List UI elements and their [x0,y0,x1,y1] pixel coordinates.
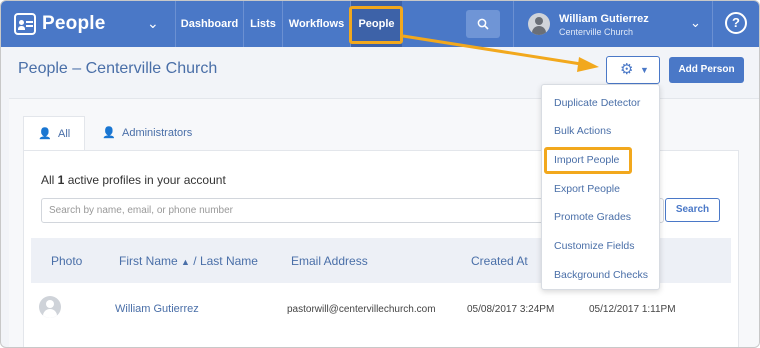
annotation-arrow [402,34,599,72]
app-window: People ⌄ Dashboard Lists Workflows Peopl… [0,0,760,348]
